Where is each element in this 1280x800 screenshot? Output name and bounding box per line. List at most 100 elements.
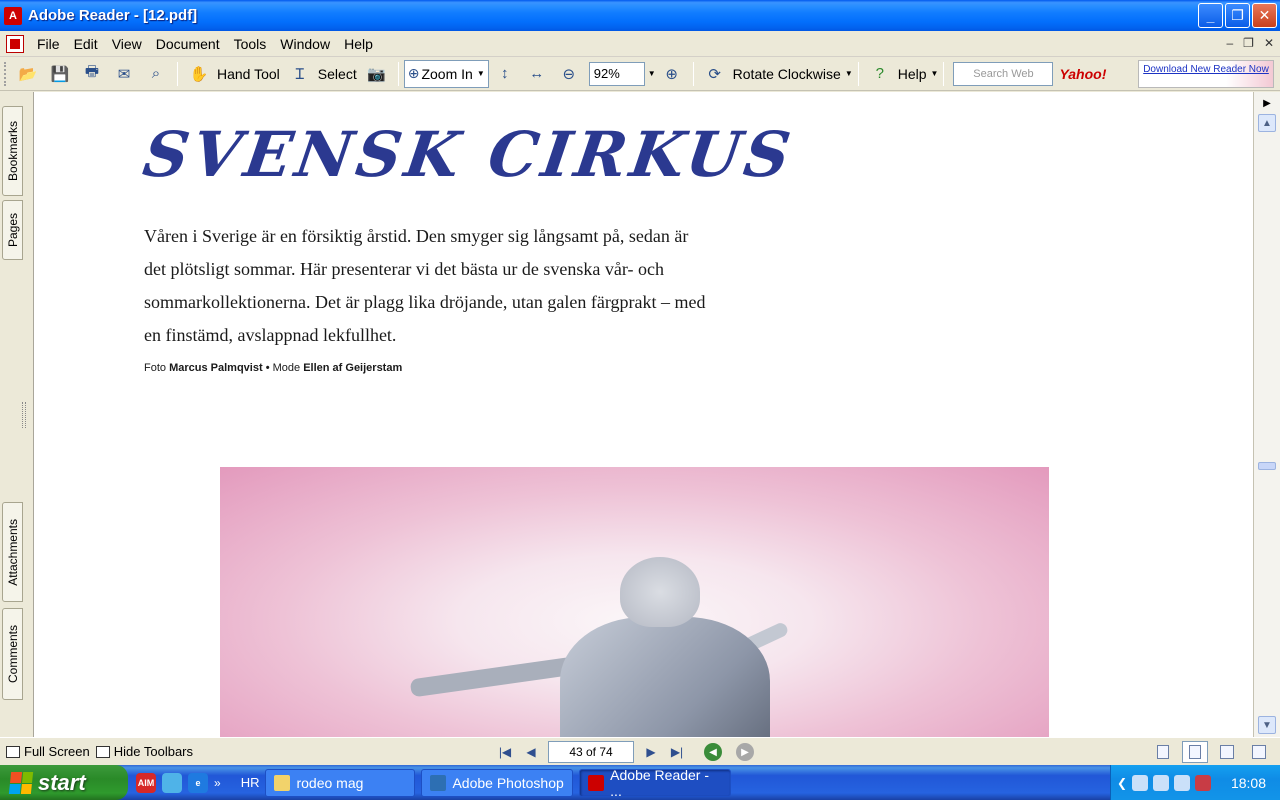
title-bar[interactable]: A Adobe Reader - [12.pdf] _ ❐ ✕ [0,0,1280,31]
facing-pages-icon[interactable] [1214,741,1240,763]
bookmarks-tab[interactable]: Bookmarks [2,106,23,196]
attachments-tab[interactable]: Attachments [2,502,23,602]
menu-document[interactable]: Document [149,36,227,52]
messenger-icon[interactable] [162,772,182,793]
zoom-out-icon[interactable]: ⊖ [557,62,581,86]
hide-toolbars-button[interactable]: Hide Toolbars [95,744,193,759]
minimize-button[interactable]: _ [1198,3,1223,28]
next-view-icon[interactable]: ▶ [736,743,754,761]
taskbar-item-rodeo-mag[interactable]: rodeo mag [265,768,416,797]
internet-explorer-icon[interactable]: e [188,772,208,793]
tray-collapse-icon[interactable]: ❮ [1117,776,1127,790]
pane-splitter[interactable] [22,402,26,428]
fit-width-icon[interactable]: ↔ [525,62,549,86]
comments-tab[interactable]: Comments [2,608,23,700]
page-navigation: |◀ ◀ 43 of 74 ▶ ▶| ◀ ▶ [492,740,754,764]
continuous-facing-icon[interactable] [1246,741,1272,763]
status-bar: Full Screen Hide Toolbars |◀ ◀ 43 of 74 … [0,737,1280,765]
taskbar-item-photoshop[interactable]: Adobe Photoshop [421,768,574,797]
intro-line: sommarkollektionerna. Det är plagg lika … [144,292,706,312]
credit-mode-label: Mode [272,362,301,374]
doc-minimize-icon[interactable]: – [1226,36,1233,50]
safely-remove-icon[interactable] [1195,774,1212,791]
select-button[interactable]: Select [318,66,357,82]
zoom-percentage-input[interactable]: 92% [588,61,645,86]
clock[interactable]: 18:08 [1231,775,1266,791]
full-screen-button[interactable]: Full Screen [6,744,90,759]
document-icon[interactable] [6,34,24,53]
taskbar-item-adobe-reader[interactable]: Adobe Reader - ... [579,766,732,799]
print-icon[interactable]: 🖶 [80,62,104,86]
open-folder-icon[interactable]: 📂 [16,62,40,86]
toolbar-grip[interactable] [4,61,8,86]
yahoo-search-button[interactable]: Yahoo! [1059,66,1106,82]
attachments-tab-label: Attachments [5,518,20,586]
select-cursor-icon[interactable]: Ɪ [288,62,312,86]
search-web-input[interactable]: Search Web [953,61,1054,86]
zoom-magnifier-icon: ⊕ [407,65,420,81]
system-tray: ❮ 18:08 [1110,765,1280,800]
scroll-down-icon[interactable]: ▼ [1258,716,1276,734]
menu-file[interactable]: File [30,36,67,52]
pages-tab[interactable]: Pages [2,200,23,260]
full-screen-icon [6,745,20,758]
menu-view[interactable]: View [105,36,149,52]
doc-close-icon[interactable]: ✕ [1264,36,1274,50]
last-page-icon[interactable]: ▶| [664,741,690,763]
email-icon[interactable]: ✉ [112,62,136,86]
page-number-field[interactable]: 43 of 74 [548,741,634,763]
menu-help[interactable]: Help [337,36,380,52]
single-page-icon[interactable] [1150,741,1176,763]
help-chevron-icon[interactable]: ▼ [931,69,939,78]
help-icon[interactable]: ? [868,62,892,86]
aim-icon[interactable]: AIM [136,772,156,793]
zoom-in-dropdown[interactable]: ⊕ Zoom In ▼ [403,59,489,88]
start-button[interactable]: start [0,765,128,800]
menu-edit[interactable]: Edit [67,36,105,52]
wireless-icon[interactable] [1153,774,1170,791]
document-view[interactable]: SVENSK CIRKUS Våren i Sverige är en förs… [34,92,1253,737]
vertical-scrollbar[interactable]: ▲ ▼ [1253,92,1280,737]
credit-separator: • [265,362,270,374]
download-new-reader-link[interactable]: Download New Reader Now [1138,60,1274,88]
previous-page-icon[interactable]: ◀ [518,741,544,763]
language-indicator[interactable]: HR [241,775,260,790]
zoom-dropdown-chevron-icon[interactable]: ▼ [648,69,656,78]
fit-height-icon[interactable]: ↕ [493,62,517,86]
scroll-thumb[interactable] [1258,462,1276,470]
task-label: Adobe Reader - ... [610,766,710,799]
help-button[interactable]: Help [898,66,927,82]
hand-tool-icon[interactable]: ✋ [187,62,211,86]
snapshot-camera-icon[interactable]: 📷 [365,62,389,86]
network-icon[interactable] [1132,774,1149,791]
save-icon[interactable]: 💾 [48,62,72,86]
find-binoculars-icon[interactable]: ⌕ [144,62,168,86]
menu-tools[interactable]: Tools [227,36,274,52]
hand-tool-button[interactable]: Hand Tool [217,66,280,82]
previous-view-icon[interactable]: ◀ [704,743,722,761]
first-page-icon[interactable]: |◀ [492,741,518,763]
adobe-reader-app-icon[interactable]: A [4,6,22,25]
show-pane-arrow-icon[interactable]: ▶ [1257,94,1277,112]
windows-flag-icon [8,771,34,794]
continuous-page-icon[interactable] [1182,741,1208,763]
quicklaunch-expand-icon[interactable]: » [214,776,221,790]
chevron-down-icon: ▼ [476,69,485,78]
rotate-clockwise-icon[interactable]: ⟳ [703,62,727,86]
display-icon[interactable] [1174,774,1191,791]
hide-toolbars-icon [95,745,110,758]
next-page-icon[interactable]: ▶ [638,741,664,763]
zoom-plus-icon[interactable]: ⊕ [660,62,684,86]
credit-foto-label: Foto [144,362,167,374]
menu-window[interactable]: Window [273,36,337,52]
scroll-up-icon[interactable]: ▲ [1258,114,1276,132]
maximize-button[interactable]: ❐ [1225,3,1250,28]
start-label: start [38,769,86,795]
toolbar-separator [397,61,399,86]
window-controls: _ ❐ ✕ [1198,3,1277,28]
close-button[interactable]: ✕ [1252,3,1277,28]
doc-restore-icon[interactable]: ❐ [1243,36,1254,50]
rotate-clockwise-button[interactable]: Rotate Clockwise [733,66,841,82]
article-headline: SVENSK CIRKUS [138,118,799,191]
rotate-chevron-icon[interactable]: ▼ [845,69,853,78]
